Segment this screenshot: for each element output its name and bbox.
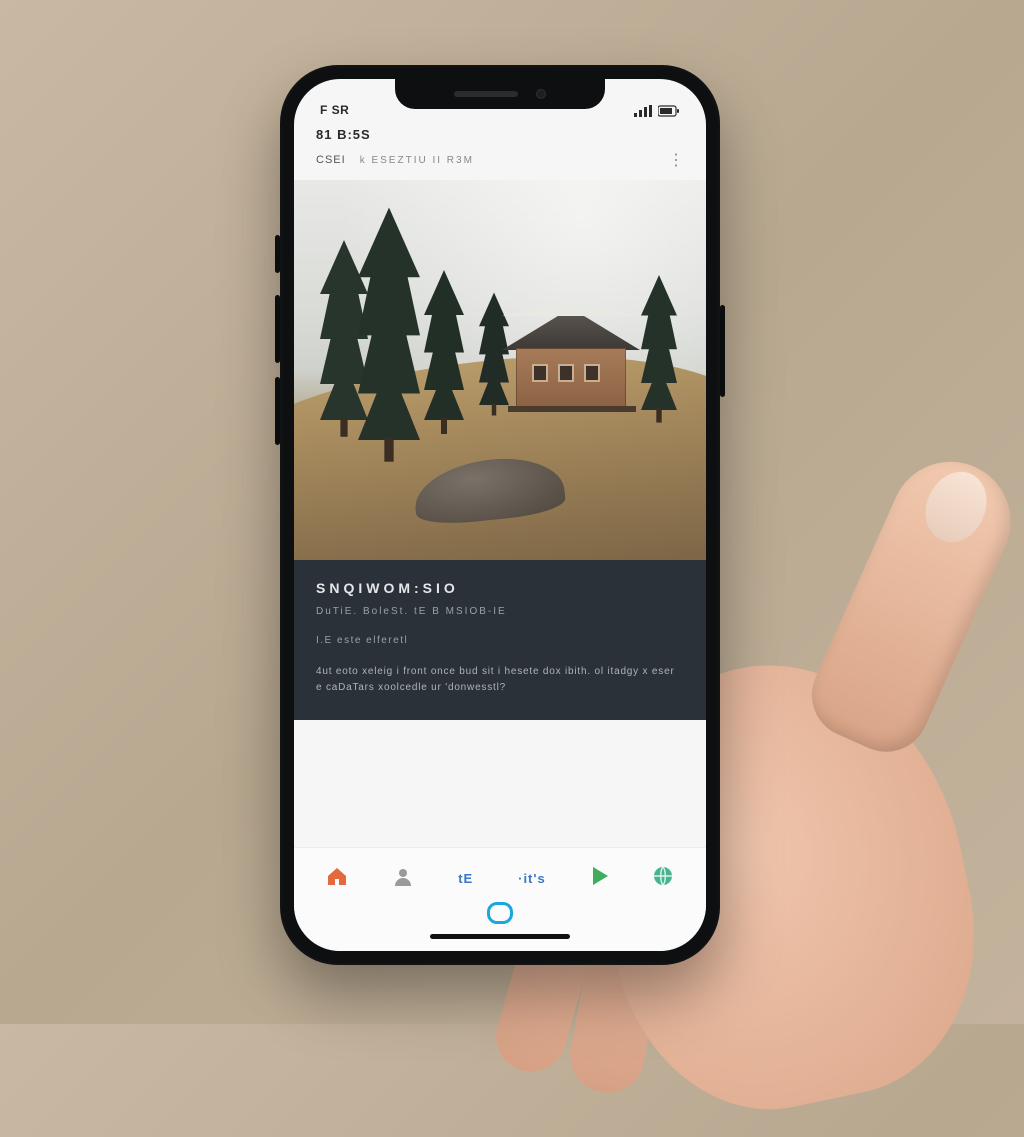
status-left: F SR bbox=[320, 103, 349, 117]
user-icon bbox=[393, 866, 413, 890]
signal-icon bbox=[634, 105, 652, 117]
hero-image[interactable] bbox=[294, 180, 706, 560]
front-camera bbox=[536, 89, 546, 99]
volume-up-button[interactable] bbox=[275, 295, 280, 363]
article-panel: SNQIWOM:SIO DuTiE. BoleSt. tE B MSIOB-IE… bbox=[294, 560, 706, 720]
feed-icon: tE bbox=[458, 872, 473, 885]
article-body: 4ut eoto xeleig i front once bud sit i h… bbox=[316, 664, 684, 696]
home-icon bbox=[326, 866, 348, 890]
more-icon[interactable]: ⋮ bbox=[668, 150, 684, 170]
nav-profile[interactable] bbox=[393, 866, 413, 890]
speaker-grille bbox=[454, 91, 518, 97]
phone-frame: F SR 81 B:5S CSEI k ESEZTIU II R bbox=[280, 65, 720, 965]
article-title: SNQIWOM:SIO bbox=[316, 580, 684, 596]
header-time: 81 B:5S bbox=[316, 127, 684, 142]
bottom-nav: tE ·it's bbox=[294, 847, 706, 951]
nav-explore[interactable] bbox=[653, 866, 673, 890]
globe-icon bbox=[653, 866, 673, 890]
screen: F SR 81 B:5S CSEI k ESEZTIU II R bbox=[294, 79, 706, 951]
notch bbox=[395, 79, 605, 109]
stats-icon: ·it's bbox=[518, 872, 546, 885]
play-icon bbox=[591, 866, 609, 890]
home-indicator[interactable] bbox=[430, 934, 570, 939]
nav-feed[interactable]: tE bbox=[458, 872, 473, 885]
volume-down-button[interactable] bbox=[275, 377, 280, 445]
article-meta: I.E este elferetl bbox=[316, 635, 684, 646]
cabin-illustration bbox=[496, 320, 646, 410]
header-label: CSEI bbox=[316, 154, 346, 166]
power-button[interactable] bbox=[720, 305, 725, 397]
nav-play[interactable] bbox=[591, 866, 609, 890]
status-right bbox=[634, 105, 680, 117]
header-subtitle: k ESEZTIU II R3M bbox=[360, 155, 474, 166]
nav-home[interactable] bbox=[326, 866, 348, 890]
nav-stats[interactable]: ·it's bbox=[518, 872, 546, 885]
mute-switch[interactable] bbox=[275, 235, 280, 273]
battery-icon bbox=[658, 105, 680, 117]
nav-message-button[interactable] bbox=[487, 902, 513, 924]
article-subtitle: DuTiE. BoleSt. tE B MSIOB-IE bbox=[316, 606, 684, 617]
page-header: 81 B:5S CSEI k ESEZTIU II R3M ⋮ bbox=[294, 119, 706, 180]
